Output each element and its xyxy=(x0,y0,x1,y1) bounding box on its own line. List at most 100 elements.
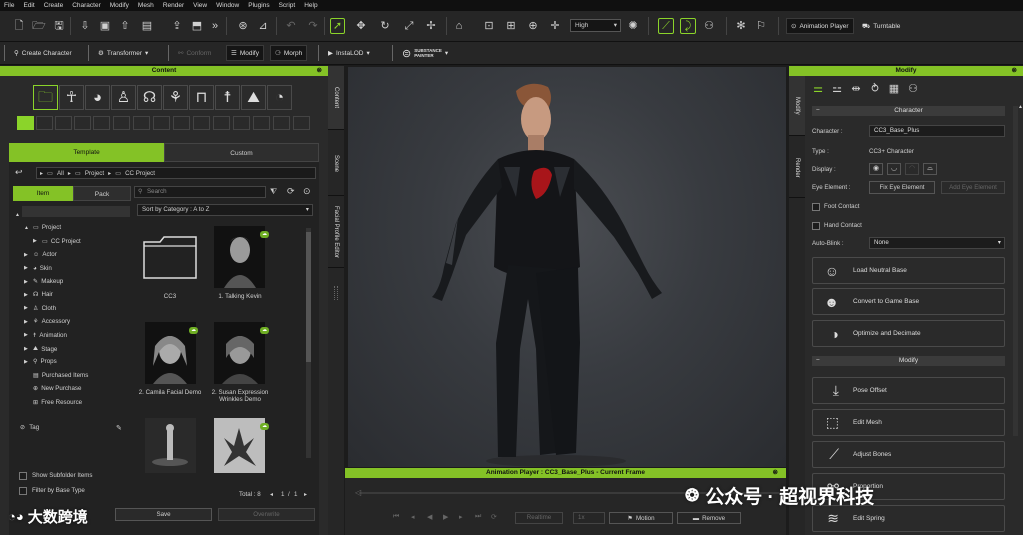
tab-custom[interactable]: Custom xyxy=(164,143,319,162)
pin-icon[interactable]: ⊿ xyxy=(256,19,270,33)
collapse-arrow-icon[interactable]: ▶ xyxy=(24,292,30,298)
import-icon[interactable]: ⇩ xyxy=(78,19,92,33)
hair-tab[interactable]: ☊ xyxy=(137,85,162,110)
conform-button[interactable]: ⚯ Conform xyxy=(174,45,215,61)
collapse-arrow-icon[interactable]: ▶ xyxy=(24,265,30,271)
prev-page-icon[interactable]: ◂ xyxy=(270,491,273,498)
collapse-arrow-icon[interactable]: ▶ xyxy=(24,279,30,285)
tree-item-accessory[interactable]: ▶ ⚘ Accessory xyxy=(24,318,70,325)
pencil-icon[interactable]: ✎ xyxy=(116,424,122,432)
pose-figure-icon[interactable]: ⚍ xyxy=(830,82,844,96)
menu-script[interactable]: Script xyxy=(279,2,296,9)
tree-item-stage[interactable]: ▶ ⛰ Stage xyxy=(24,345,57,353)
filter-base-checkbox[interactable] xyxy=(19,487,27,495)
display-teeth-icon[interactable]: ⌓ xyxy=(923,163,937,175)
expand-arrow-icon[interactable]: ▲ xyxy=(15,212,21,218)
display-lash-icon[interactable]: ◠ xyxy=(905,163,919,175)
motion-curve-icon[interactable]: ⥁ xyxy=(868,82,882,96)
pose-tab[interactable]: ☨ xyxy=(215,85,240,110)
chevron-circle-icon[interactable]: ⊙ xyxy=(303,186,311,197)
collapse-arrow-icon[interactable]: ▶ xyxy=(24,346,30,352)
rotate-icon[interactable]: ↻ xyxy=(378,19,392,33)
open-folder-icon[interactable]: 🗁 xyxy=(32,19,46,33)
sub-tab-12[interactable] xyxy=(233,116,250,130)
zoom-extent-icon[interactable]: ⊞ xyxy=(504,19,518,33)
tree-item-purchased-items[interactable]: ▤ Purchased Items xyxy=(24,372,88,379)
orbit-icon[interactable]: ⊕ xyxy=(526,19,540,33)
export-obj-icon[interactable]: ⬒ xyxy=(190,19,204,33)
checker-icon[interactable]: ▦ xyxy=(887,82,901,96)
adjust-bones-button[interactable]: ⟋ Adjust Bones xyxy=(812,441,1005,468)
menu-render[interactable]: Render xyxy=(163,2,184,9)
stage-tab[interactable]: ⛰ xyxy=(241,85,266,110)
wireframe-icon[interactable]: ⤸ xyxy=(680,18,696,34)
instalod-button[interactable]: ▶ InstaLOD ▾ xyxy=(324,45,374,61)
tab-content[interactable]: Content xyxy=(328,66,344,130)
tag-row[interactable]: ⊘ Tag xyxy=(20,424,39,431)
home-camera-icon[interactable]: ⌂ xyxy=(452,19,466,33)
tab-render[interactable]: Render xyxy=(789,138,805,198)
fix-eye-element-button[interactable]: Fix Eye Element xyxy=(869,181,935,194)
step-forward-icon[interactable]: ▸ xyxy=(459,513,463,521)
sub-tab-11[interactable] xyxy=(213,116,230,130)
scrollbar-thumb[interactable] xyxy=(306,232,311,362)
move-icon[interactable]: ✥ xyxy=(354,19,368,33)
folder-tab[interactable]: 🗀 xyxy=(33,85,58,110)
transformer-button[interactable]: ⚙ Transformer ▾ xyxy=(94,45,152,61)
tree-item-free-resource[interactable]: ⊞ Free Resource xyxy=(24,399,82,406)
next-page-icon[interactable]: ▸ xyxy=(304,491,307,498)
image-icon[interactable]: ▣ xyxy=(98,19,112,33)
sub-tab-9[interactable] xyxy=(173,116,190,130)
tree-item-new-purchase[interactable]: ⊕ New Purchase xyxy=(24,385,81,392)
menu-window[interactable]: Window xyxy=(216,2,239,9)
animation-player-button[interactable]: ⊙ Animation Player xyxy=(786,18,854,34)
edit-spring-button[interactable]: ≋ Edit Spring xyxy=(812,505,1005,532)
3d-viewport[interactable] xyxy=(348,67,786,467)
expand-icon[interactable]: ▲ xyxy=(1018,104,1023,110)
turntable-button[interactable]: ⛟ Turntable xyxy=(858,18,904,34)
display-mouth-icon[interactable]: ◡ xyxy=(887,163,901,175)
sub-tab-10[interactable] xyxy=(193,116,210,130)
head-icon[interactable]: ⚇ xyxy=(906,82,920,96)
optimize-decimate-button[interactable]: ◑ Optimize and Decimate xyxy=(812,320,1005,347)
play-icon[interactable]: ▶ xyxy=(443,513,448,521)
close-icon[interactable]: ⊗ xyxy=(1012,66,1017,76)
refresh-icon[interactable]: ⟳ xyxy=(287,186,295,197)
breadcrumb-project[interactable]: Project xyxy=(85,170,104,177)
expand-arrow-icon[interactable]: ▲ xyxy=(24,225,30,231)
tree-item-makeup[interactable]: ▶ ✎ Makeup xyxy=(24,278,63,285)
tree-item-animation[interactable]: ▶ ☨ Animation xyxy=(24,332,67,339)
tree-item-cloth[interactable]: ▶ ♙ Cloth xyxy=(24,305,56,312)
tab-modify[interactable]: Modify xyxy=(789,76,805,136)
substance-painter-button[interactable]: ⊜ SUBSTANCE PAINTER ▾ xyxy=(398,45,452,61)
sub-tab-5[interactable] xyxy=(93,116,110,130)
collapse-arrow-icon[interactable]: ▶ xyxy=(24,332,30,338)
sliders-icon[interactable]: ⚌ xyxy=(811,82,825,96)
bone-visual-icon[interactable]: ⟋ xyxy=(658,18,674,34)
remove-button[interactable]: ▬ Remove xyxy=(677,512,741,524)
edit-mesh-button[interactable]: ⬚ Edit Mesh xyxy=(812,409,1005,436)
save-icon[interactable]: 🖫 xyxy=(52,19,66,33)
pose-offset-button[interactable]: ⤓ Pose Offset xyxy=(812,377,1005,404)
tab-template[interactable]: Template xyxy=(9,143,164,162)
quality-select[interactable]: High ▾ xyxy=(570,19,621,32)
sub-tab-8[interactable] xyxy=(153,116,170,130)
sub-tab-7[interactable] xyxy=(133,116,150,130)
filter-icon[interactable]: ⧨ xyxy=(270,187,277,197)
select-cursor-icon[interactable]: ➚ xyxy=(330,18,345,34)
sub-tab-3[interactable] xyxy=(55,116,72,130)
thumbnail-creature[interactable] xyxy=(214,418,265,473)
pie-tab[interactable]: ◔ xyxy=(267,85,292,110)
effects-icon[interactable]: ✻ xyxy=(734,19,748,33)
menu-create[interactable]: Create xyxy=(44,2,64,9)
light-icon[interactable]: ✺ xyxy=(626,19,640,33)
sub-tab-15[interactable] xyxy=(293,116,310,130)
menu-edit[interactable]: Edit xyxy=(23,2,34,9)
scrollbar[interactable] xyxy=(306,228,311,458)
foot-contact-checkbox[interactable] xyxy=(812,203,820,211)
menu-help[interactable]: Help xyxy=(304,2,317,9)
menu-view[interactable]: View xyxy=(193,2,207,9)
tree-item-hair[interactable]: ▶ ☊ Hair xyxy=(24,291,53,298)
thumbnail-susan[interactable] xyxy=(214,322,265,384)
folder-thumb[interactable] xyxy=(142,234,198,280)
